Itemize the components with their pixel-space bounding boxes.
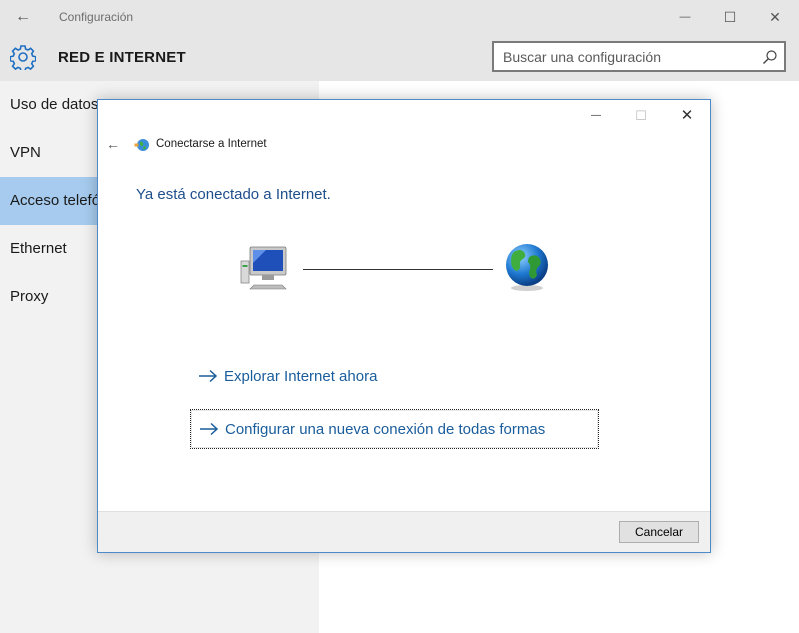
minimize-button[interactable]: — — [672, 6, 698, 28]
back-arrow-icon[interactable]: ← — [12, 6, 34, 28]
search-input[interactable] — [494, 43, 744, 70]
gear-icon — [10, 45, 36, 70]
computer-icon — [240, 246, 287, 290]
dialog-minimize-button[interactable]: — — [581, 105, 611, 127]
network-globe-icon — [134, 139, 149, 151]
setup-new-connection-link[interactable]: Configurar una nueva conexión de todas f… — [190, 409, 599, 449]
dialog-back-arrow-icon[interactable]: ← — [104, 135, 122, 153]
dialog-title: Conectarse a Internet — [156, 138, 267, 150]
settings-title-bar: ← Configuración — ☐ ✕ — [0, 0, 799, 34]
maximize-button[interactable]: ☐ — [717, 6, 743, 28]
connect-to-internet-dialog: — ☐ ✕ ← Conectarse a Internet Ya está co… — [97, 99, 711, 553]
internet-globe-icon — [506, 244, 548, 291]
cancel-button[interactable]: Cancelar — [619, 521, 699, 543]
search-icon[interactable] — [762, 49, 778, 65]
dialog-close-button[interactable]: ✕ — [672, 105, 702, 127]
browse-internet-label: Explorar Internet ahora — [224, 367, 378, 385]
arrow-right-icon — [200, 422, 219, 436]
page-title: RED E INTERNET — [58, 49, 186, 66]
dialog-maximize-button: ☐ — [635, 108, 647, 123]
browse-internet-link[interactable]: Explorar Internet ahora — [190, 356, 490, 396]
settings-header: RED E INTERNET — [0, 34, 799, 81]
dialog-footer: Cancelar — [98, 511, 710, 552]
status-heading: Ya está conectado a Internet. — [136, 186, 331, 203]
setup-new-connection-label: Configurar una nueva conexión de todas f… — [225, 420, 546, 438]
search-box[interactable] — [492, 41, 786, 72]
window-title: Configuración — [59, 10, 134, 24]
connection-line — [303, 269, 493, 270]
arrow-right-icon — [199, 369, 218, 383]
close-button[interactable]: ✕ — [762, 6, 788, 28]
